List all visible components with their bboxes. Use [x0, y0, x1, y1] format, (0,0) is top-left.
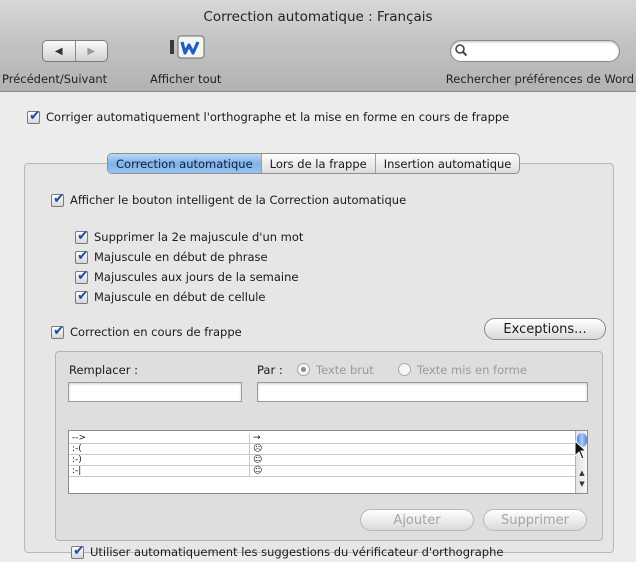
entry-from: :-( — [72, 444, 82, 454]
plain-text-radio[interactable] — [297, 363, 310, 376]
entry-to: ☺ — [249, 466, 262, 477]
second-capital-checkbox[interactable] — [75, 228, 89, 244]
autocorrect-master-label: Corriger automatiquement l'orthographe e… — [46, 110, 510, 124]
plain-text-label: Texte brut — [316, 363, 374, 377]
entry-to: ☺ — [249, 455, 262, 466]
search-label: Rechercher préférences de Word — [445, 72, 634, 86]
show-all-label[interactable]: Afficher tout — [150, 72, 221, 86]
cell-capital-checkbox[interactable] — [75, 288, 89, 304]
tab-lors-de-la-frappe[interactable]: Lors de la frappe — [262, 154, 376, 173]
entry-from: :-) — [72, 455, 82, 465]
second-capital-label: Supprimer la 2e majuscule d'un mot — [94, 230, 304, 244]
exceptions-button[interactable]: Exceptions... — [484, 318, 606, 340]
autocorrect-master-checkbox[interactable] — [27, 108, 41, 124]
smart-button-label: Afficher le bouton intelligent de la Cor… — [70, 193, 407, 207]
table-row[interactable]: :-) ☺ — [69, 455, 577, 466]
formatted-text-radio[interactable] — [398, 363, 411, 376]
table-row[interactable]: :-( ☹ — [69, 444, 577, 455]
nav-label: Précédent/Suivant — [2, 72, 108, 86]
add-button[interactable]: Ajouter — [360, 509, 474, 531]
replace-input[interactable] — [68, 382, 242, 402]
entry-from: --> — [72, 433, 87, 443]
mouse-cursor-icon — [574, 440, 588, 460]
weekday-capital-checkbox[interactable] — [75, 268, 89, 284]
entry-to: → — [249, 433, 261, 444]
use-suggestions-label: Utiliser automatiquement les suggestions… — [90, 545, 504, 559]
formatted-text-label: Texte mis en forme — [417, 363, 527, 377]
use-suggestions-checkbox[interactable] — [71, 543, 85, 559]
entry-to: ☹ — [249, 444, 262, 455]
tab-insertion-automatique[interactable]: Insertion automatique — [376, 154, 520, 173]
window-title: Correction automatique : Français — [203, 9, 433, 25]
entry-from: :-| — [72, 466, 82, 476]
show-all-icon[interactable] — [168, 34, 208, 64]
with-input[interactable] — [257, 382, 588, 402]
typing-correction-checkbox[interactable] — [51, 323, 65, 339]
scroll-up-icon[interactable]: ▲ — [578, 469, 586, 477]
search-icon — [455, 44, 468, 57]
forward-arrow-icon[interactable]: ▶ — [76, 41, 108, 61]
autocorrect-entries-list[interactable]: --> → :-( ☹ :-) ☺ :-| ☺ ▲ ▼ — [68, 430, 588, 494]
delete-button[interactable]: Supprimer — [483, 509, 587, 531]
back-arrow-icon[interactable]: ◀ — [43, 41, 76, 61]
smart-button-checkbox[interactable] — [51, 191, 65, 207]
typing-correction-label: Correction en cours de frappe — [70, 325, 242, 339]
cell-capital-label: Majuscule en début de cellule — [94, 290, 266, 304]
back-forward-control[interactable]: ◀ ▶ — [42, 40, 108, 62]
scroll-down-icon[interactable]: ▼ — [578, 480, 586, 488]
sentence-capital-checkbox[interactable] — [75, 248, 89, 264]
tab-correction-automatique[interactable]: Correction automatique — [108, 154, 262, 173]
weekday-capital-label: Majuscules aux jours de la semaine — [94, 270, 299, 284]
sentence-capital-label: Majuscule en début de phrase — [94, 250, 268, 264]
with-label: Par : — [257, 363, 283, 377]
table-row[interactable]: --> → — [69, 433, 577, 444]
tab-bar: Correction automatique Lors de la frappe… — [107, 153, 521, 174]
table-row[interactable]: :-| ☺ — [69, 466, 577, 477]
replace-label: Remplacer : — [69, 363, 138, 377]
search-field[interactable] — [450, 40, 620, 62]
